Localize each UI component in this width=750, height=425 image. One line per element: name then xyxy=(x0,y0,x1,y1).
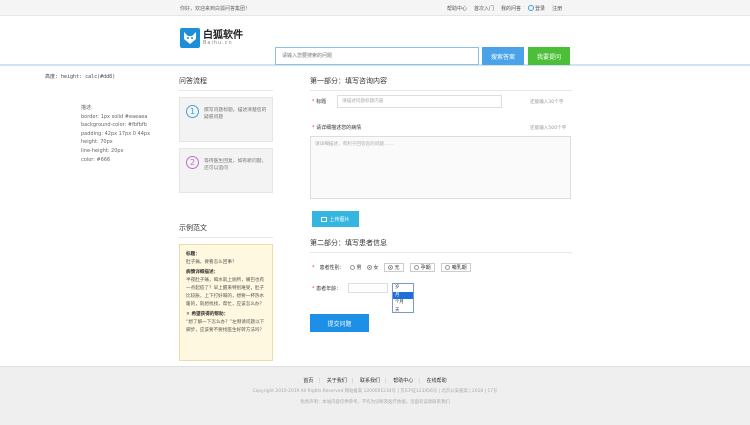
part2-title: 第二部分：填写患者信息 xyxy=(310,238,572,253)
disclaimer-text: 免责声明：本站内容仅供参考，不作为诊断及医疗依据。页面有误请联系我们 xyxy=(300,400,450,405)
logo-name: 白狐软件 xyxy=(203,29,243,41)
footer-link-online-help[interactable]: 在线帮助 xyxy=(427,378,447,384)
css-note: 描述: border: 1px solid #eaeaea background… xyxy=(81,105,151,163)
getting-started-link[interactable]: 首次入门 xyxy=(474,5,494,12)
upload-image-button[interactable]: 上传图片 xyxy=(312,211,359,227)
step-2: 2 等待医生回复，如有新问题，还可以追问 xyxy=(179,148,273,193)
footer-nav: 首页 | 关于我们 | 联系我们 | 帮助中心 | 在线帮助 xyxy=(303,378,447,384)
logo[interactable]: 白狐软件 Baihu.cn xyxy=(180,28,243,48)
top-bar: 你好，欢迎来到白狐问答集团！ 帮助中心 首次入门 我的问答 登录 注册 xyxy=(0,0,750,16)
title-input[interactable]: 请描述问题标题内容 xyxy=(337,95,502,108)
title-label: * 标题 xyxy=(312,99,327,105)
image-icon xyxy=(321,216,328,222)
status-nursing-option[interactable]: 哺乳期 xyxy=(440,263,471,272)
age-unit-option[interactable]: 个月 xyxy=(393,299,413,307)
submit-question-button[interactable]: 提交问题 xyxy=(310,314,369,332)
status-none-option[interactable]: 无 xyxy=(383,263,404,272)
age-input[interactable] xyxy=(348,283,388,293)
footer: 首页 | 关于我们 | 联系我们 | 帮助中心 | 在线帮助 Copyright 201… xyxy=(0,366,750,425)
gender-row: * 患者性别： 男 女 无 孕期 哺乳期 xyxy=(312,263,472,272)
age-unit-option[interactable]: 天 xyxy=(393,307,413,315)
user-icon xyxy=(528,5,535,11)
sidebar: 问答流程 1 撰写问题标题，描述清楚您的疑惑问题 2 等待医生回复，如有新问题，… xyxy=(179,76,273,361)
step-1: 1 撰写问题标题，描述清楚您的疑惑问题 xyxy=(179,97,273,142)
age-unit-dropdown[interactable]: 岁 月 个月 天 xyxy=(392,283,414,313)
footer-link-about[interactable]: 关于我们 xyxy=(327,378,347,384)
sample-card: 标题： 肚子痛，要看怎么回事？ 病情详细描述： 半夜肚子痛，喝水就上厕所，嘴巴也… xyxy=(179,244,273,361)
search-input[interactable] xyxy=(276,48,478,64)
step-text: 等待医生回复，如有新问题，还可以追问 xyxy=(204,159,267,171)
step-number: 2 xyxy=(186,156,199,169)
detail-label: * 请详细描述您的病情 xyxy=(312,125,362,131)
logo-domain: Baihu.cn xyxy=(203,39,233,46)
ask-question-button[interactable]: 我要提问 xyxy=(528,47,570,65)
register-link[interactable]: 注册 xyxy=(552,5,562,12)
title-hint: 还能输入30个字 xyxy=(530,100,564,105)
gender-male-radio[interactable]: 男 xyxy=(349,264,362,271)
my-questions-link[interactable]: 我的问答 xyxy=(501,5,521,12)
header: 白狐软件 Baihu.cn 搜索答案 我要提问 xyxy=(0,16,750,66)
search-answers-button[interactable]: 搜索答案 xyxy=(482,47,524,65)
welcome-text: 你好，欢迎来到白狐问答集团！ xyxy=(180,6,251,12)
part1-title: 第一部分：填写咨询内容 xyxy=(310,76,572,91)
footer-link-help[interactable]: 帮助中心 xyxy=(393,378,413,384)
copyright-text: Copyright 2010-2019 All Rights Reserved … xyxy=(252,389,498,394)
fox-logo-icon xyxy=(180,28,200,48)
detail-textarea[interactable]: 请详细描述，有利于回答您的问题…… xyxy=(310,136,571,199)
search-box xyxy=(275,47,479,65)
age-unit-option[interactable]: 岁 xyxy=(393,284,413,292)
footer-link-contact[interactable]: 联系我们 xyxy=(360,378,380,384)
age-label: * 患者年龄： xyxy=(312,286,342,292)
step-number: 1 xyxy=(186,105,199,118)
question-form: 第一部分：填写咨询内容 xyxy=(310,76,572,91)
height-note: 高度: height: calc(#dd8) xyxy=(45,74,116,80)
login-link[interactable]: 登录 xyxy=(528,5,545,12)
help-center-link[interactable]: 帮助中心 xyxy=(447,5,467,12)
age-unit-option[interactable]: 月 xyxy=(393,291,413,299)
step-text: 撰写问题标题，描述清楚您的疑惑问题 xyxy=(204,108,267,120)
detail-hint: 还能输入500个字 xyxy=(530,126,567,131)
sample-title: 示例范文 xyxy=(179,223,273,238)
gender-female-radio[interactable]: 女 xyxy=(366,264,379,271)
top-links: 帮助中心 首次入门 我的问答 登录 注册 xyxy=(447,5,562,12)
status-pregnant-option[interactable]: 孕期 xyxy=(409,263,435,272)
footer-link-home[interactable]: 首页 xyxy=(303,378,313,384)
process-title: 问答流程 xyxy=(179,76,273,91)
